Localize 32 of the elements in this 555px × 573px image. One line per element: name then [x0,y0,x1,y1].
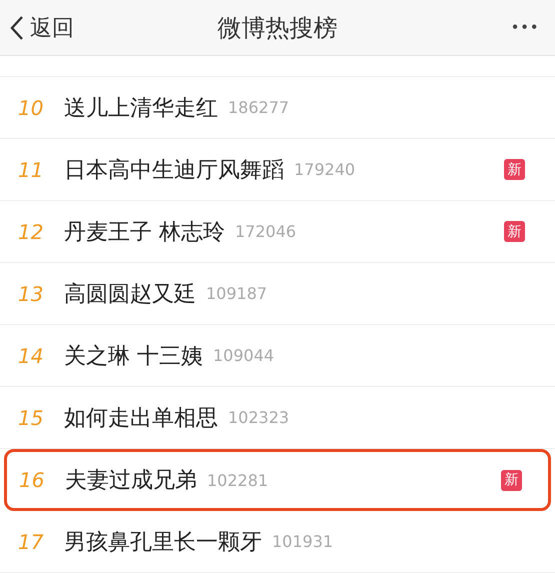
topic-title: 关之琳 十三姨 [64,342,203,370]
search-count: 109044 [213,346,274,365]
search-count: 101931 [272,532,334,551]
search-count: 172046 [235,222,296,241]
new-badge: 新 [504,221,525,242]
topic-title: 日本高中生迪厅风舞蹈 [64,156,284,184]
rank-number: 11 [18,158,44,182]
topic-title: 如何走出单相思 [64,404,218,432]
search-count: 102281 [207,470,268,490]
rank-number: 16 [19,468,46,492]
topic-title: 送儿上清华走红 [64,94,218,122]
rank-number: 14 [18,344,44,368]
search-count: 109187 [206,284,268,303]
rank-number: 13 [18,282,44,306]
topic-title: 夫妻过成兄弟 [65,467,197,495]
back-button[interactable]: 返回 [10,12,74,42]
page-title: 微博热搜榜 [218,12,338,44]
rank-number: 15 [18,406,44,430]
rank-number: 17 [18,530,44,554]
topic-title: 丹麦王子 林志玲 [64,218,225,246]
topic-title: 男孩鼻孔里长一颗牙 [64,528,262,556]
more-button[interactable]: ••• [512,18,541,36]
new-badge: 新 [501,470,522,490]
search-count: 186277 [228,98,290,117]
search-count: 102323 [228,408,290,427]
chevron-left-icon [10,14,24,40]
rank-number: 10 [18,96,44,120]
highlighted-row[interactable]: 16 夫妻过成兄弟 102281 新 [4,449,551,511]
new-badge: 新 [504,159,525,180]
rank-number: 12 [18,220,44,244]
topic-title: 高圆圆赵又廷 [64,280,196,308]
search-count: 179240 [294,160,356,179]
